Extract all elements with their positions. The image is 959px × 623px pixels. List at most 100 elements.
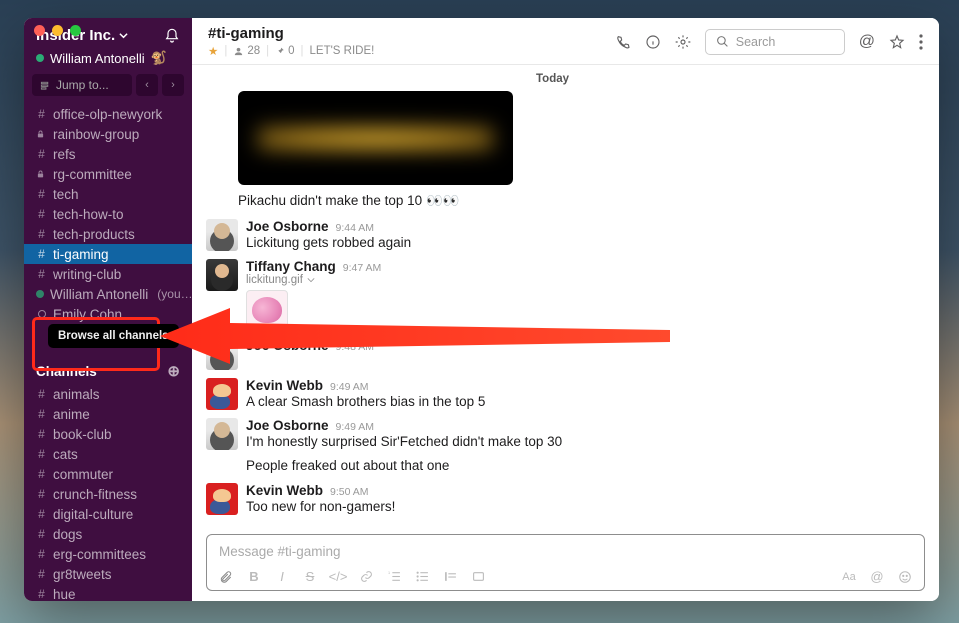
- star-outline-icon[interactable]: [889, 34, 905, 50]
- sidebar-item-gr8tweets[interactable]: #gr8tweets: [24, 564, 192, 584]
- message-author[interactable]: Tiffany Chang: [246, 259, 336, 274]
- channel-label: ti-gaming: [53, 247, 109, 262]
- star-icon[interactable]: ★: [208, 44, 218, 58]
- message-list[interactable]: Today Pikachu didn't make the top 10 👀👀 …: [192, 65, 939, 534]
- date-divider: Today: [536, 73, 569, 85]
- attach-icon[interactable]: [219, 570, 233, 584]
- history-forward-button[interactable]: ›: [162, 74, 184, 96]
- sidebar-item-anime[interactable]: #anime: [24, 404, 192, 424]
- sidebar-item-commuter[interactable]: #commuter: [24, 464, 192, 484]
- pin-count[interactable]: 0: [275, 45, 294, 57]
- avatar[interactable]: [206, 259, 238, 291]
- italic-icon[interactable]: I: [275, 569, 289, 584]
- message-author[interactable]: Joe Osborne: [246, 219, 329, 234]
- sidebar-item-animals[interactable]: #animals: [24, 384, 192, 404]
- bell-icon[interactable]: [164, 28, 180, 44]
- message-text: I'm honestly surprised Sir'Fetched didn'…: [246, 434, 925, 449]
- message-author[interactable]: Kevin Webb: [246, 483, 323, 498]
- message-row[interactable]: Joe Osborne9:49 AMI'm honestly surprised…: [206, 416, 925, 456]
- sidebar-item-rainbow-group[interactable]: rainbow-group: [24, 124, 192, 144]
- ordered-list-icon[interactable]: 1: [387, 570, 401, 583]
- maximize-window-icon[interactable]: [70, 25, 81, 36]
- channel-title[interactable]: #ti-gaming: [208, 25, 284, 42]
- format-toggle-icon[interactable]: Aa: [842, 571, 856, 583]
- link-icon[interactable]: [359, 570, 373, 583]
- message-row[interactable]: Tiffany Chang9:47 AMlickitung.gif: [206, 257, 925, 336]
- sidebar-item-digital-culture[interactable]: #digital-culture: [24, 504, 192, 524]
- channel-topic[interactable]: LET'S RIDE!: [310, 45, 375, 57]
- channels-section-header[interactable]: Channels⊕: [24, 354, 192, 384]
- message-text: People freaked out about that one: [246, 456, 925, 481]
- current-user-row[interactable]: William Antonelli 🐒: [24, 50, 192, 74]
- history-back-button[interactable]: ‹: [136, 74, 158, 96]
- sidebar-item-crunch-fitness[interactable]: #crunch-fitness: [24, 484, 192, 504]
- code-icon[interactable]: </>: [331, 569, 345, 584]
- gear-icon[interactable]: [675, 34, 691, 50]
- app-window: Insider Inc. William Antonelli 🐒 Jump to…: [24, 18, 939, 601]
- avatar[interactable]: [206, 378, 238, 410]
- message-composer[interactable]: Message #ti-gaming B I S </> 1 Aa @: [206, 534, 925, 591]
- more-icon[interactable]: [919, 34, 923, 50]
- channel-label: anime: [53, 407, 90, 422]
- jump-placeholder: Jump to...: [56, 78, 109, 92]
- info-icon[interactable]: [645, 34, 661, 50]
- at-mention-icon[interactable]: @: [870, 569, 884, 584]
- search-input[interactable]: Search: [705, 29, 845, 55]
- attachment-label[interactable]: lickitung.gif: [246, 274, 925, 286]
- channel-label: tech-how-to: [53, 207, 124, 222]
- avatar[interactable]: [206, 219, 238, 251]
- sidebar-item-dogs[interactable]: #dogs: [24, 524, 192, 544]
- message-author[interactable]: Joe Osborne: [246, 418, 329, 433]
- sidebar-item-erg-committees[interactable]: #erg-committees: [24, 544, 192, 564]
- sidebar: Insider Inc. William Antonelli 🐒 Jump to…: [24, 18, 192, 601]
- bold-icon[interactable]: B: [247, 569, 261, 584]
- sidebar-item-cats[interactable]: #cats: [24, 444, 192, 464]
- mentions-icon[interactable]: @: [859, 33, 875, 51]
- sidebar-item-Emily-Cohn[interactable]: Emily Cohn: [24, 304, 192, 324]
- message-row[interactable]: Joe Osborne9:44 AMLickitung gets robbed …: [206, 217, 925, 257]
- channel-header: #ti-gaming ★ | 28 | 0 | LET'S RIDE!: [192, 18, 939, 65]
- add-channel-icon[interactable]: ⊕: [167, 362, 180, 380]
- media-attachment[interactable]: [238, 91, 925, 185]
- message-row[interactable]: Kevin Webb9:49 AMA clear Smash brothers …: [206, 376, 925, 416]
- sidebar-item-refs[interactable]: #refs: [24, 144, 192, 164]
- minimize-window-icon[interactable]: [52, 25, 63, 36]
- search-icon: [716, 35, 729, 48]
- sidebar-item-tech-how-to[interactable]: #tech-how-to: [24, 204, 192, 224]
- sidebar-item-tech[interactable]: #tech: [24, 184, 192, 204]
- message-row[interactable]: Kevin Webb9:50 AMToo new for non-gamers!: [206, 481, 925, 521]
- sidebar-item-book-club[interactable]: #book-club: [24, 424, 192, 444]
- phone-icon[interactable]: [615, 34, 631, 50]
- tooltip-browse-channels: Browse all channels: [48, 324, 179, 348]
- current-user-name: William Antonelli: [50, 51, 145, 66]
- channel-label: rainbow-group: [53, 127, 139, 142]
- sidebar-item-office-olp-newyork[interactable]: #office-olp-newyork: [24, 104, 192, 124]
- bullet-list-icon[interactable]: [415, 570, 429, 583]
- quote-icon[interactable]: [443, 570, 457, 583]
- sidebar-item-ti-gaming[interactable]: #ti-gaming: [24, 244, 192, 264]
- avatar[interactable]: [206, 483, 238, 515]
- sidebar-item-tech-products[interactable]: #tech-products: [24, 224, 192, 244]
- sidebar-item-writing-club[interactable]: #writing-club: [24, 264, 192, 284]
- gif-attachment[interactable]: [246, 290, 288, 330]
- sidebar-item-William-Antonelli[interactable]: William Antonelli(you… 🐒: [24, 284, 192, 304]
- message-time: 9:50 AM: [330, 486, 369, 498]
- jump-to-input[interactable]: Jump to...: [32, 74, 132, 96]
- composer-placeholder: Message #ti-gaming: [219, 544, 912, 559]
- codeblock-icon[interactable]: [471, 570, 485, 583]
- avatar[interactable]: [206, 418, 238, 450]
- member-count[interactable]: 28: [233, 45, 260, 57]
- message-author[interactable]: Joe Osborne: [246, 338, 329, 353]
- message-author[interactable]: Kevin Webb: [246, 378, 323, 393]
- channel-list[interactable]: #office-olp-newyork rainbow-group #refsrg-…: [24, 104, 192, 601]
- window-traffic-lights[interactable]: [34, 25, 81, 36]
- avatar[interactable]: [206, 338, 238, 370]
- message-row[interactable]: Joe Osborne9:48 AM: [206, 336, 925, 376]
- channel-label: writing-club: [53, 267, 121, 282]
- sidebar-item-hue[interactable]: #hue: [24, 584, 192, 601]
- sidebar-item-rg-committee[interactable]: rg-committee: [24, 164, 192, 184]
- channel-label: refs: [53, 147, 76, 162]
- emoji-picker-icon[interactable]: [898, 570, 912, 584]
- close-window-icon[interactable]: [34, 25, 45, 36]
- strike-icon[interactable]: S: [303, 569, 317, 584]
